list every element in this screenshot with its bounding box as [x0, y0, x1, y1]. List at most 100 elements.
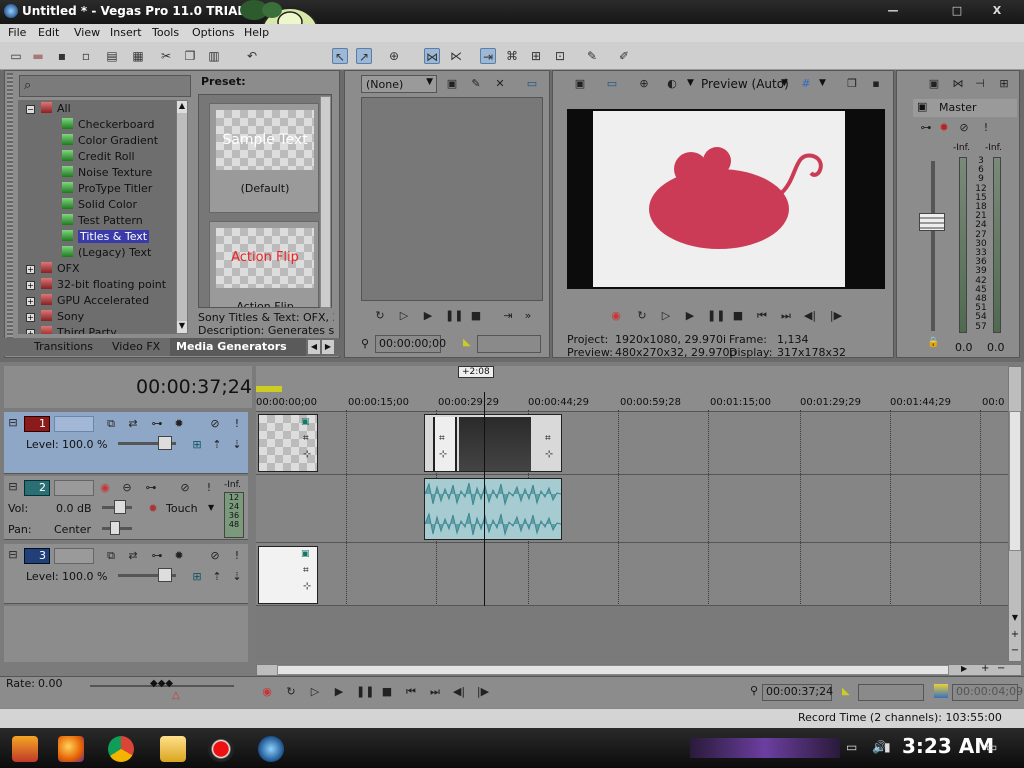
- previous-frame-icon[interactable]: ◀|: [452, 685, 466, 699]
- rate-reset-icon[interactable]: △: [172, 690, 180, 701]
- network-icon[interactable]: ▭: [846, 740, 857, 754]
- copy-snapshot-icon[interactable]: ❐: [845, 77, 859, 91]
- trim-cut-icon[interactable]: ▣: [445, 77, 459, 91]
- tree-item-all[interactable]: − All: [26, 102, 71, 115]
- tab-scroll-right-icon[interactable]: ▶: [322, 340, 334, 354]
- chevron-down-icon[interactable]: ▼: [781, 78, 788, 88]
- timeline-hscrollbar[interactable]: ▶ + −: [256, 663, 1022, 676]
- vegas-app-icon[interactable]: [4, 4, 18, 18]
- clip-fx-icon[interactable]: ▣: [301, 549, 310, 559]
- trim-add-to-timeline-icon[interactable]: ⇥: [501, 309, 515, 323]
- recorder-icon[interactable]: [208, 736, 234, 762]
- paste-icon[interactable]: ▥: [206, 48, 222, 64]
- timeline-vscrollbar[interactable]: ▼ + −: [1008, 366, 1022, 662]
- parent-motion-icon[interactable]: ⇄: [126, 549, 140, 563]
- tree-item-sony[interactable]: + Sony: [26, 310, 84, 323]
- automation-settings-icon[interactable]: ✹: [146, 502, 160, 516]
- envelope-tool-icon[interactable]: ↗: [356, 48, 372, 64]
- chevron-down-icon[interactable]: ▼: [208, 503, 214, 512]
- collapse-icon[interactable]: ⊟: [6, 480, 20, 494]
- crop-icon[interactable]: ⌗: [303, 433, 309, 444]
- compositing-mode-icon[interactable]: ⧉: [104, 417, 118, 431]
- stop-icon[interactable]: ■: [731, 309, 745, 323]
- go-to-end-icon[interactable]: ⏭: [779, 309, 793, 323]
- track-3-header[interactable]: ⊟ 3 ⧉ ⇄ ⊶ ✹ ⊘ ! Level: 100.0 % ⊞ ⇡ ⇣: [4, 544, 248, 604]
- split-screen-icon[interactable]: ◐: [665, 77, 679, 91]
- external-monitor-icon[interactable]: ▭: [605, 77, 619, 91]
- compositing-mode-icon[interactable]: ⧉: [104, 549, 118, 563]
- mixer-properties-icon[interactable]: ▣: [927, 77, 941, 91]
- tree-item-credit-roll[interactable]: Credit Roll: [62, 150, 135, 163]
- chevron-down-icon[interactable]: ▼: [819, 78, 826, 88]
- tree-item-test-pattern[interactable]: Test Pattern: [62, 214, 143, 227]
- save-icon[interactable]: ▪: [54, 48, 70, 64]
- tab-scroll-left-icon[interactable]: ◀: [308, 340, 320, 354]
- loop-playback-icon[interactable]: ↻: [635, 309, 649, 323]
- auto-ripple-icon[interactable]: ⇥: [480, 48, 496, 64]
- cursor-time[interactable]: 00:00:37;24: [136, 376, 252, 398]
- level-slider-knob[interactable]: [158, 568, 172, 582]
- close-button[interactable]: X: [984, 2, 1010, 20]
- vegas-taskbar-icon[interactable]: [258, 736, 284, 762]
- tab-transitions[interactable]: Transitions: [34, 340, 93, 354]
- preset-action-flip[interactable]: Action Flip Action Flip: [209, 221, 319, 307]
- track-fx-icon[interactable]: ⊶: [144, 481, 158, 495]
- zoom-tool-icon[interactable]: ⊡: [552, 48, 568, 64]
- scroll-down-icon[interactable]: ▼: [1009, 613, 1021, 625]
- stop-icon[interactable]: ■: [380, 685, 394, 699]
- loop-region-marker[interactable]: [256, 386, 282, 392]
- move-up-icon[interactable]: ⇡: [210, 438, 224, 452]
- tree-item-third-party[interactable]: + Third Party: [26, 326, 117, 334]
- zoom-out-icon[interactable]: −: [1009, 645, 1021, 657]
- play-from-start-icon[interactable]: ▷: [308, 685, 322, 699]
- trim-play-from-start-icon[interactable]: ▷: [397, 309, 411, 323]
- invert-phase-icon[interactable]: ⊖: [120, 481, 134, 495]
- scroll-right-icon[interactable]: ▶: [961, 664, 967, 673]
- collapse-icon[interactable]: ⊟: [6, 548, 20, 562]
- file-explorer-icon[interactable]: [160, 736, 186, 762]
- master-settings-icon[interactable]: ✹: [937, 121, 951, 135]
- play-icon[interactable]: ▶: [683, 309, 697, 323]
- properties-icon[interactable]: ▦: [130, 48, 146, 64]
- go-to-end-icon[interactable]: ⏭: [428, 685, 442, 699]
- mixer-faders-icon[interactable]: ⊞: [997, 77, 1011, 91]
- overlays-grid-icon[interactable]: #: [799, 77, 813, 91]
- video-clip[interactable]: ▣ ⌗ ⊹: [258, 546, 318, 604]
- preset-scrollbar[interactable]: [320, 96, 331, 308]
- menu-help[interactable]: Help: [244, 26, 269, 39]
- master-fader-knob[interactable]: [919, 213, 945, 231]
- tree-item-solid-color[interactable]: Solid Color: [62, 198, 137, 211]
- record-icon[interactable]: ◉: [609, 309, 623, 323]
- rate-slider-knob[interactable]: ◆◆◆: [150, 678, 173, 689]
- crop-icon[interactable]: ⌗: [303, 565, 309, 576]
- preset-default[interactable]: Sample Text (Default): [209, 103, 319, 213]
- expand-track-icon[interactable]: ⊞: [190, 570, 204, 584]
- tree-item-32bit[interactable]: +32-bit floating point: [26, 278, 166, 291]
- tree-item-gpu[interactable]: + GPU Accelerated: [26, 294, 149, 307]
- audio-clip[interactable]: [424, 478, 562, 540]
- master-fader-track[interactable]: [931, 161, 935, 331]
- snapping-icon[interactable]: ⋈: [424, 48, 440, 64]
- end-timecode[interactable]: 00:00:04;09: [952, 684, 1023, 701]
- tree-scrollbar[interactable]: ▲ ▼: [176, 100, 188, 334]
- selection-tool-icon[interactable]: ⊕: [386, 48, 402, 64]
- vscroll-thumb[interactable]: [1009, 411, 1021, 551]
- track-1-header[interactable]: ⊟ 1 ⧉ ⇄ ⊶ ✹ ⊘ ! Level: 100.0 % ⊞ ⇡ ⇣: [4, 412, 248, 474]
- track-name-field[interactable]: [54, 548, 94, 564]
- trim-stop-icon[interactable]: ■: [469, 309, 483, 323]
- search-box[interactable]: ⌕: [19, 75, 191, 97]
- record-icon[interactable]: ◉: [260, 685, 274, 699]
- tree-item-ofx[interactable]: + OFX: [26, 262, 80, 275]
- tree-item-protype-titler[interactable]: ProType Titler: [62, 182, 152, 195]
- trim-more-icon[interactable]: »: [521, 309, 535, 323]
- menu-edit[interactable]: Edit: [38, 26, 59, 39]
- track-2-header[interactable]: ⊟ 2 ◉ ⊖ ⊶ ⊘ ! -Inf. 12 24 36 48 Vol: 0.0 dB…: [4, 476, 248, 540]
- save-snapshot-icon[interactable]: ▪: [869, 77, 883, 91]
- trim-delete-icon[interactable]: ✕: [493, 77, 507, 91]
- tree-item-color-gradient[interactable]: Color Gradient: [62, 134, 158, 147]
- menu-tools[interactable]: Tools: [152, 26, 179, 39]
- crop-icon[interactable]: ⌗: [545, 433, 551, 444]
- zoom-in-icon[interactable]: +: [1009, 629, 1021, 641]
- tree-item-legacy-text[interactable]: (Legacy) Text: [62, 246, 151, 259]
- mute-icon[interactable]: ⊘: [208, 417, 222, 431]
